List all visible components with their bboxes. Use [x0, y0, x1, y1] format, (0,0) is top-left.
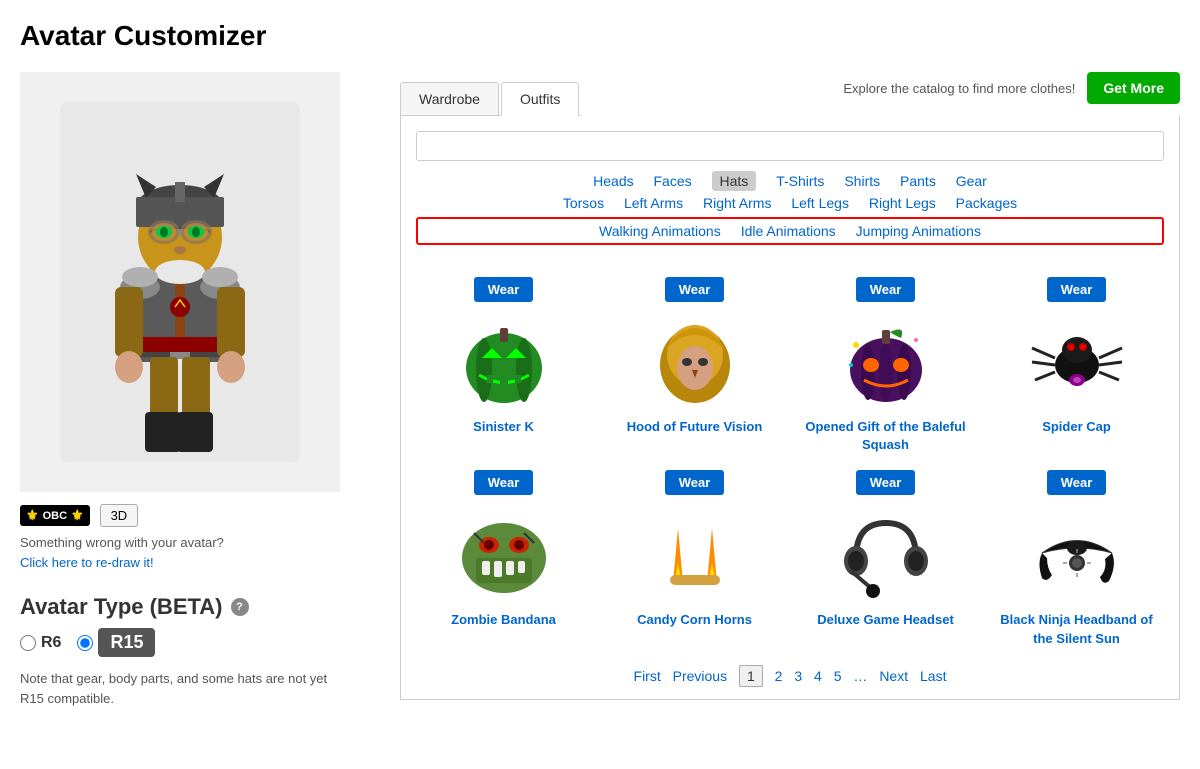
items-grid: Wear: [416, 277, 1164, 648]
pagination-page-5[interactable]: 5: [834, 668, 842, 684]
cat-left-arms[interactable]: Left Arms: [624, 195, 683, 211]
pagination-next[interactable]: Next: [879, 668, 908, 684]
tab-content: Heads Faces Hats T-Shirts Shirts Pants G…: [400, 116, 1180, 700]
anim-walking[interactable]: Walking Animations: [599, 223, 721, 239]
item-image-baleful-squash: [836, 310, 936, 410]
item-name-ninja-headband[interactable]: Black Ninja Headband of the Silent Sun: [989, 611, 1164, 647]
item-name-sinister-k[interactable]: Sinister K: [416, 418, 591, 436]
avatar-note: Note that gear, body parts, and some hat…: [20, 669, 340, 708]
avatar-svg: [60, 102, 300, 462]
obc-wing-left: ⚜: [26, 507, 39, 524]
wear-zombie-bandana[interactable]: Wear: [474, 470, 534, 495]
item-image-sinister-k: [454, 310, 554, 410]
btn-3d[interactable]: 3D: [100, 504, 139, 527]
help-icon[interactable]: ?: [231, 598, 249, 616]
item-name-candy-corn-horns[interactable]: Candy Corn Horns: [607, 611, 782, 629]
category-nav-row1: Heads Faces Hats T-Shirts Shirts Pants G…: [416, 173, 1164, 189]
r6-label: R6: [41, 634, 61, 652]
obc-wing-right: ⚜: [71, 507, 84, 524]
item-ninja-headband: Wear: [989, 470, 1164, 647]
pagination-previous[interactable]: Previous: [673, 668, 727, 684]
cat-right-legs[interactable]: Right Legs: [869, 195, 936, 211]
wear-spider-cap[interactable]: Wear: [1047, 277, 1107, 302]
pagination-page-3[interactable]: 3: [794, 668, 802, 684]
anim-jumping[interactable]: Jumping Animations: [856, 223, 981, 239]
r6-radio[interactable]: [20, 635, 36, 651]
item-name-baleful-squash[interactable]: Opened Gift of the Baleful Squash: [798, 418, 973, 454]
cat-hats[interactable]: Hats: [712, 171, 757, 191]
pagination-page-4[interactable]: 4: [814, 668, 822, 684]
item-name-hood-future-vision[interactable]: Hood of Future Vision: [607, 418, 782, 436]
item-name-spider-cap[interactable]: Spider Cap: [989, 418, 1164, 436]
cat-heads[interactable]: Heads: [593, 173, 633, 189]
pagination-last[interactable]: Last: [920, 668, 946, 684]
pagination-first[interactable]: First: [634, 668, 661, 684]
cat-shirts[interactable]: Shirts: [844, 173, 880, 189]
item-spider-cap: Wear: [989, 277, 1164, 454]
wrong-avatar-text: Something wrong with your avatar?: [20, 535, 380, 550]
cat-torsos[interactable]: Torsos: [563, 195, 604, 211]
item-zombie-bandana: Wear: [416, 470, 591, 647]
cat-faces[interactable]: Faces: [654, 173, 692, 189]
animation-nav: Walking Animations Idle Animations Jumpi…: [416, 217, 1164, 245]
anim-idle[interactable]: Idle Animations: [741, 223, 836, 239]
obc-badge: ⚜ OBC ⚜: [20, 505, 90, 526]
r15-badge: R15: [98, 628, 155, 657]
item-sinister-k: Wear: [416, 277, 591, 454]
search-input[interactable]: [416, 131, 1164, 161]
search-bar: [416, 131, 1164, 161]
tab-wardrobe[interactable]: Wardrobe: [400, 82, 499, 115]
cat-pants[interactable]: Pants: [900, 173, 936, 189]
page-title: Avatar Customizer: [20, 20, 1180, 52]
avatar-type-section: Avatar Type (BETA) ? R6 R15 Note that ge…: [20, 594, 380, 708]
cat-right-arms[interactable]: Right Arms: [703, 195, 771, 211]
item-image-spider-cap: [1027, 310, 1127, 410]
avatar-type-title: Avatar Type (BETA) ?: [20, 594, 380, 620]
cat-gear[interactable]: Gear: [956, 173, 987, 189]
pagination-current[interactable]: 1: [739, 665, 763, 687]
item-image-hood-future-vision: [645, 310, 745, 410]
item-name-zombie-bandana[interactable]: Zombie Bandana: [416, 611, 591, 629]
right-panel: Wardrobe Outfits Explore the catalog to …: [400, 72, 1180, 708]
item-image-ninja-headband: [1027, 503, 1127, 603]
item-candy-corn-horns: Wear: [607, 470, 782, 647]
r6-radio-label[interactable]: R6: [20, 634, 61, 652]
obc-text: OBC: [43, 510, 67, 522]
wear-ninja-headband[interactable]: Wear: [1047, 470, 1107, 495]
item-image-zombie-bandana: [454, 503, 554, 603]
item-name-deluxe-headset[interactable]: Deluxe Game Headset: [798, 611, 973, 629]
cat-tshirts[interactable]: T-Shirts: [776, 173, 824, 189]
avatar-footer: ⚜ OBC ⚜ 3D Something wrong with your ava…: [20, 504, 380, 570]
wear-deluxe-headset[interactable]: Wear: [856, 470, 916, 495]
category-nav-row2: Torsos Left Arms Right Arms Left Legs Ri…: [416, 195, 1164, 211]
item-image-candy-corn-horns: [645, 503, 745, 603]
item-baleful-squash: Wear: [798, 277, 973, 454]
pagination-ellipsis: …: [853, 668, 867, 684]
redraw-link[interactable]: Click here to re-draw it!: [20, 555, 154, 570]
wear-hood-future-vision[interactable]: Wear: [665, 277, 725, 302]
pagination: First Previous 1 2 3 4 5 … Next Last: [416, 668, 1164, 684]
btn-get-more[interactable]: Get More: [1087, 72, 1180, 104]
pagination-page-2[interactable]: 2: [775, 668, 783, 684]
cat-packages[interactable]: Packages: [956, 195, 1017, 211]
r15-radio[interactable]: [77, 635, 93, 651]
left-panel: ⚜ OBC ⚜ 3D Something wrong with your ava…: [20, 72, 380, 708]
r15-radio-label[interactable]: R15: [77, 628, 155, 657]
item-hood-future-vision: Wear: [607, 277, 782, 454]
wear-candy-corn-horns[interactable]: Wear: [665, 470, 725, 495]
tab-bar: Wardrobe Outfits: [400, 82, 581, 116]
catalog-text: Explore the catalog to find more clothes…: [843, 81, 1075, 96]
wear-sinister-k[interactable]: Wear: [474, 277, 534, 302]
tab-outfits[interactable]: Outfits: [501, 82, 579, 116]
wear-baleful-squash[interactable]: Wear: [856, 277, 916, 302]
item-deluxe-headset: Wear: [798, 470, 973, 647]
cat-left-legs[interactable]: Left Legs: [791, 195, 849, 211]
catalog-header: Explore the catalog to find more clothes…: [843, 72, 1180, 104]
radio-group: R6 R15: [20, 628, 380, 657]
item-image-deluxe-headset: [836, 503, 936, 603]
avatar-display: [20, 72, 340, 492]
